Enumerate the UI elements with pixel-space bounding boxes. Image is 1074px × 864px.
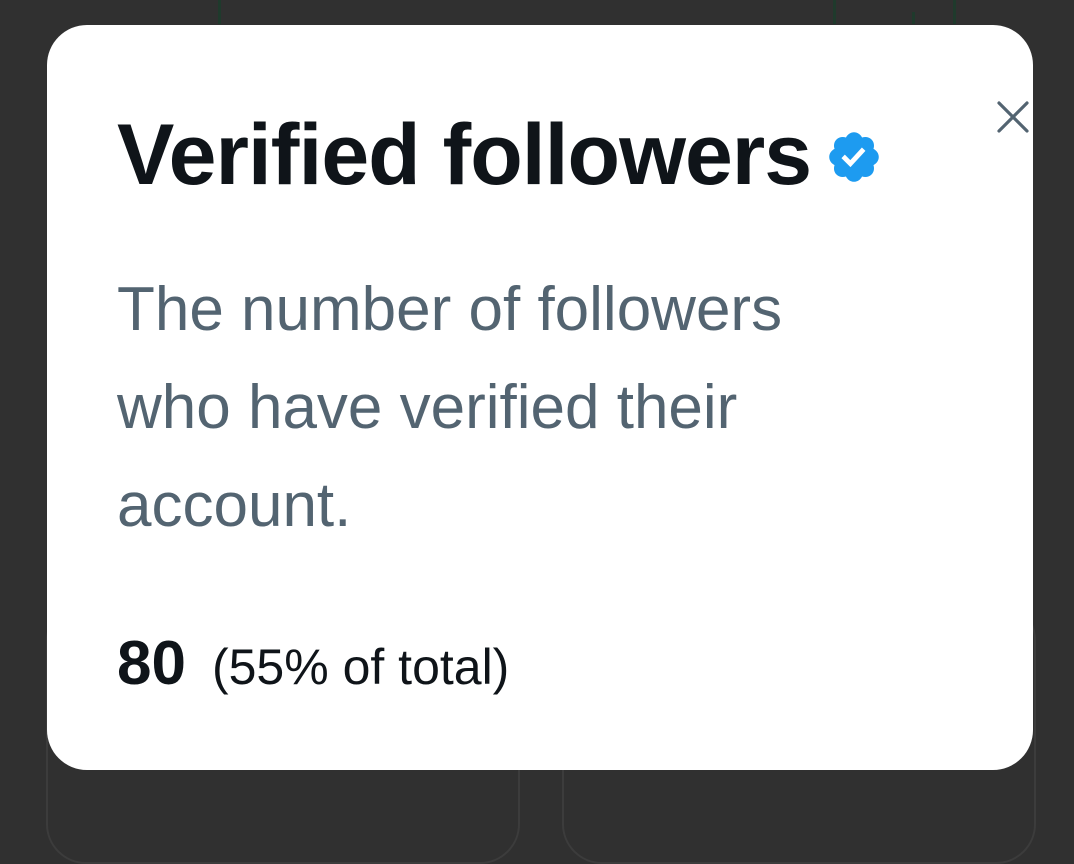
- background-chart-line: [953, 0, 956, 24]
- stat-row: 80 (55% of total): [117, 628, 509, 699]
- verified-badge-icon: [825, 128, 883, 186]
- dialog-title: Verified followers: [117, 107, 812, 203]
- info-dialog: Verified followers The number of followe…: [47, 25, 1033, 770]
- background-chart-line: [833, 0, 836, 24]
- background-chart-line: [218, 0, 221, 24]
- verified-followers-count: 80: [117, 629, 186, 698]
- background-chart-line: [912, 12, 915, 24]
- percent-of-total: (55% of total): [211, 639, 510, 695]
- close-button[interactable]: [981, 85, 1045, 149]
- dialog-header: Verified followers: [117, 105, 883, 205]
- close-icon: [997, 101, 1029, 133]
- dialog-description: The number of followers who have verifie…: [117, 275, 783, 540]
